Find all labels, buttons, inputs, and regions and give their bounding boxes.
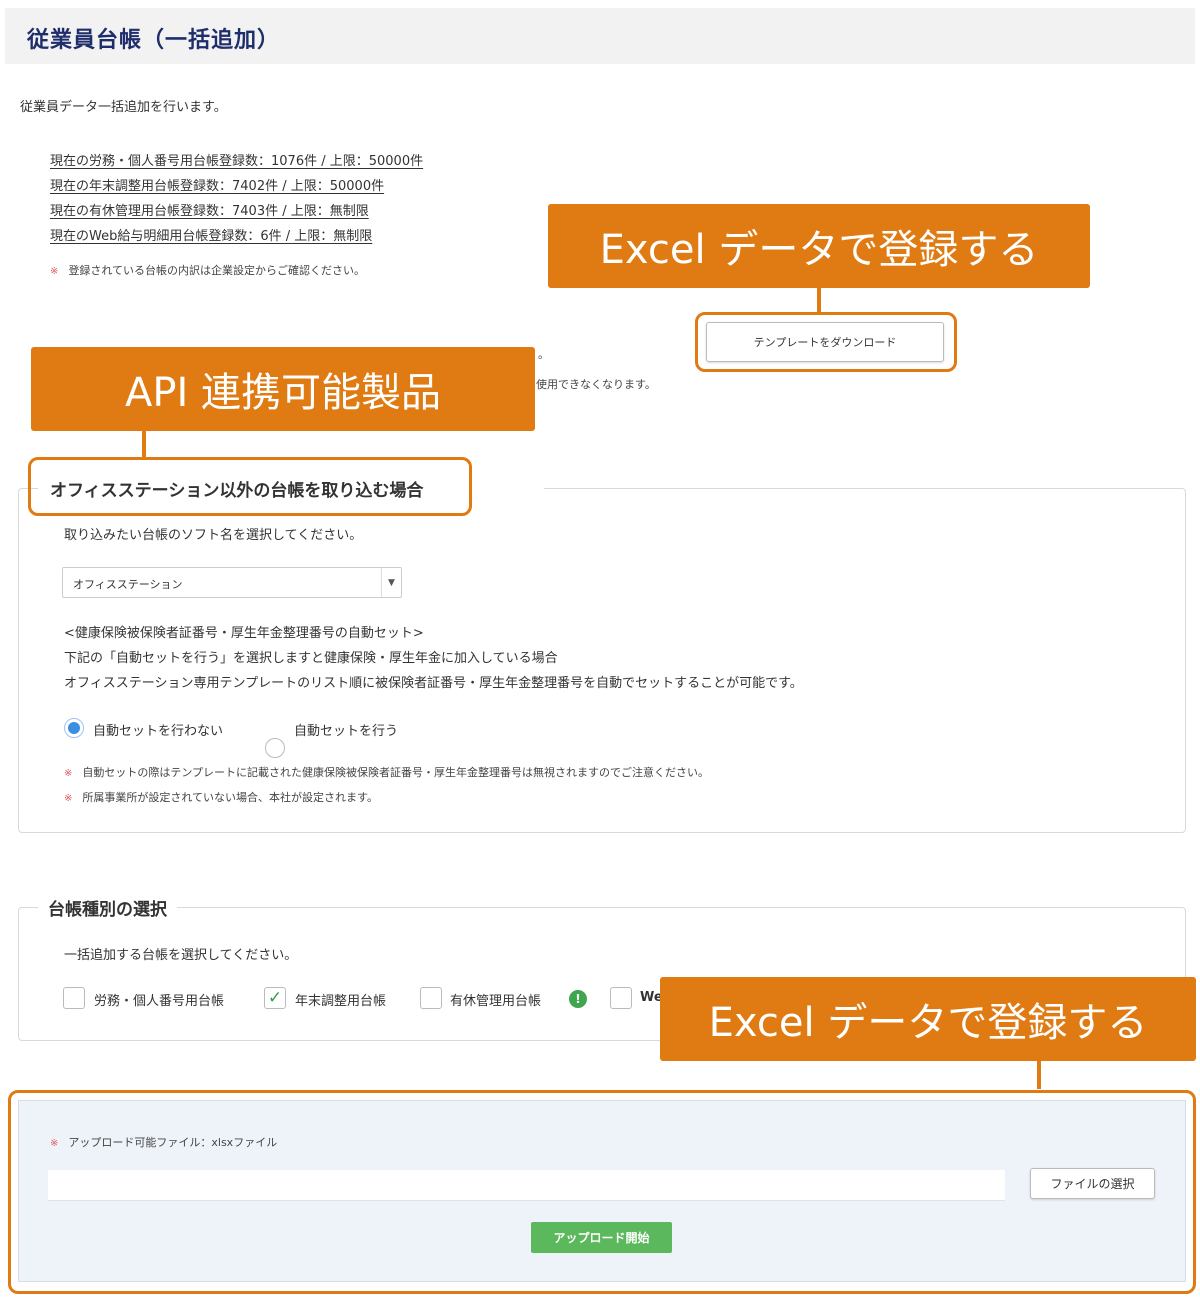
info-icon[interactable]: ! bbox=[569, 990, 587, 1008]
page-header: 従業員台帳（一括追加） bbox=[5, 8, 1195, 64]
upload-note-text: アップロード可能ファイル：xlsxファイル bbox=[68, 1136, 278, 1149]
checkbox-nenmatsu[interactable]: ✓ bbox=[264, 987, 286, 1009]
note-mark: ※ bbox=[64, 793, 73, 804]
ledger-software-select[interactable]: オフィスステーション ▼ bbox=[62, 567, 402, 598]
partial-text-period: 。 bbox=[538, 348, 549, 361]
note-mark: ※ bbox=[50, 1138, 59, 1149]
callout-excel-top: Excel データで登録する bbox=[548, 204, 1090, 288]
auto-set-note1: ※ 自動セットの際はテンプレートに記載された健康保険被保険者証番号・厚生年金整理番… bbox=[64, 764, 709, 780]
radio-auto-set-on-label: 自動セットを行う bbox=[294, 724, 399, 739]
count-nenmatsu: 現在の年末調整用台帳登録数：7402件 / 上限：50000件 bbox=[50, 179, 385, 194]
template-download-button[interactable]: テンプレートをダウンロード bbox=[706, 322, 944, 362]
page-title: 従業員台帳（一括追加） bbox=[27, 28, 281, 53]
auto-set-note2: ※ 所属事業所が設定されていない場合、本社が設定されます。 bbox=[64, 789, 378, 805]
radio-auto-set-off[interactable] bbox=[64, 718, 84, 738]
callout-excel-top-connector bbox=[817, 288, 821, 312]
upload-note: ※ アップロード可能ファイル：xlsxファイル bbox=[50, 1134, 277, 1150]
counts-note-text: 登録されている台帳の内訳は企業設定からご確認ください。 bbox=[68, 264, 366, 277]
auto-set-note2-text: 所属事業所が設定されていない場合、本社が設定されます。 bbox=[82, 791, 378, 804]
auto-set-line1: 下記の「自動セットを行う」を選択しますと健康保険・厚生年金に加入している場合 bbox=[64, 651, 558, 666]
callout-excel-bottom-connector bbox=[1037, 1061, 1041, 1089]
callout-api-connector bbox=[142, 431, 146, 457]
radio-auto-set-off-label: 自動セットを行わない bbox=[93, 724, 224, 739]
checkbox-roumu[interactable] bbox=[63, 987, 85, 1009]
file-select-button[interactable]: ファイルの選択 bbox=[1030, 1168, 1155, 1199]
checkbox-web[interactable] bbox=[610, 987, 632, 1009]
checkbox-nenmatsu-label: 年末調整用台帳 bbox=[295, 994, 387, 1009]
count-web-kyuyo: 現在のWeb給与明細用台帳登録数：6件 / 上限：無制限 bbox=[50, 229, 373, 244]
other-ledger-instruction: 取り込みたい台帳のソフト名を選択してください。 bbox=[64, 528, 363, 543]
auto-set-note1-text: 自動セットの際はテンプレートに記載された健康保険被保険者証番号・厚生年金整理番号… bbox=[82, 766, 710, 779]
intro-text: 従業員データ一括追加を行います。 bbox=[20, 100, 227, 115]
auto-set-line2: オフィスステーション専用テンプレートのリスト順に被保険者証番号・厚生年金整理番号… bbox=[64, 676, 803, 691]
partial-text-unusable: 使用できなくなります。 bbox=[536, 378, 656, 391]
callout-api: API 連携可能製品 bbox=[31, 347, 535, 431]
checkbox-yukyu-label: 有休管理用台帳 bbox=[450, 994, 542, 1009]
checkbox-yukyu[interactable] bbox=[420, 987, 442, 1009]
auto-set-heading: <健康保険被保険者証番号・厚生年金整理番号の自動セット> bbox=[64, 626, 424, 641]
ledger-type-instruction: 一括追加する台帳を選択してください。 bbox=[64, 948, 298, 963]
counts-note: ※ 登録されている台帳の内訳は企業設定からご確認ください。 bbox=[50, 262, 365, 278]
radio-auto-set-on[interactable] bbox=[265, 738, 285, 758]
callout-excel-bottom: Excel データで登録する bbox=[660, 977, 1196, 1061]
note-mark: ※ bbox=[50, 266, 59, 277]
note-mark: ※ bbox=[64, 768, 73, 779]
upload-start-button[interactable]: アップロード開始 bbox=[531, 1222, 672, 1253]
ledger-software-select-value: オフィスステーション bbox=[73, 578, 183, 591]
checkbox-roumu-label: 労務・個人番号用台帳 bbox=[94, 994, 225, 1009]
other-ledger-legend: オフィスステーション以外の台帳を取り込む場合 bbox=[50, 481, 424, 501]
count-roumu: 現在の労務・個人番号用台帳登録数：1076件 / 上限：50000件 bbox=[50, 154, 424, 169]
check-icon: ✓ bbox=[267, 988, 283, 1008]
count-yukyu: 現在の有休管理用台帳登録数：7403件 / 上限：無制限 bbox=[50, 204, 369, 219]
chevron-down-icon: ▼ bbox=[381, 568, 401, 597]
ledger-type-legend: 台帳種別の選択 bbox=[38, 895, 177, 920]
file-path-input[interactable] bbox=[48, 1170, 1005, 1201]
